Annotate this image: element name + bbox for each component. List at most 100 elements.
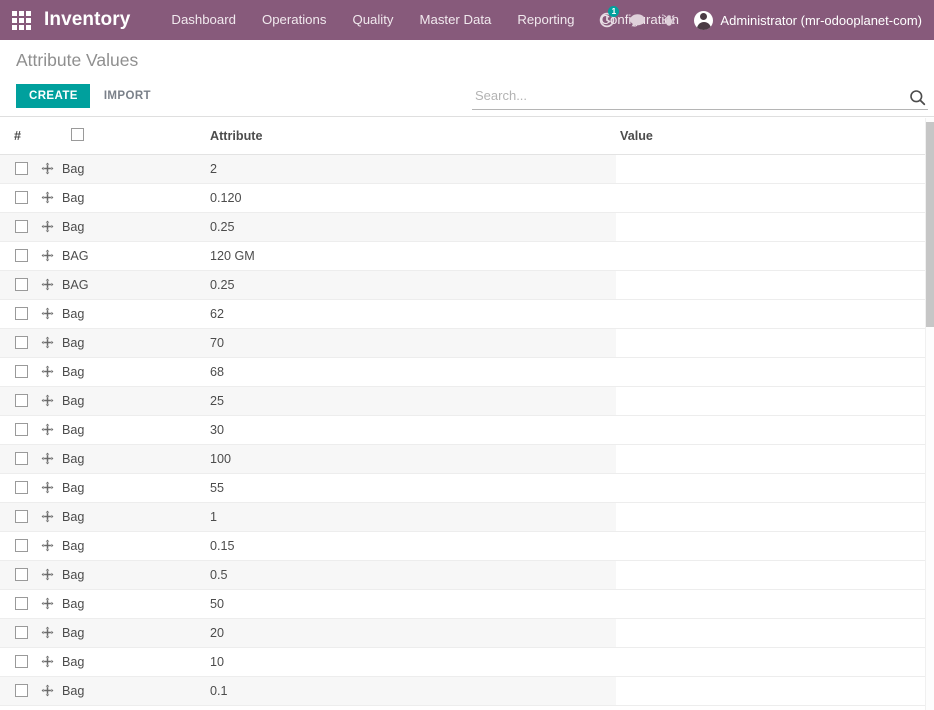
row-name-cell[interactable]: Bag [0,357,210,387]
row-attribute-cell[interactable]: 70 [210,328,616,358]
row-value-cell[interactable] [616,328,934,358]
drag-move-icon[interactable] [41,307,54,320]
drag-move-icon[interactable] [41,278,54,291]
row-attribute-cell[interactable]: 120 GM [210,241,616,271]
menu-item-master-data[interactable]: Master Data [407,0,505,40]
row-name-cell[interactable]: Bag [0,676,210,706]
drag-move-icon[interactable] [41,336,54,349]
table-row[interactable]: Bag 0.120 [0,183,934,213]
row-value-cell[interactable] [616,183,934,213]
drag-move-icon[interactable] [41,394,54,407]
table-row[interactable]: BAG 0.25 [0,270,934,300]
row-name-cell[interactable]: Bag [0,618,210,648]
row-name-cell[interactable]: Bag [0,328,210,358]
row-checkbox[interactable] [15,626,28,639]
table-row[interactable]: Bag 70 [0,328,934,358]
table-row[interactable]: BAG 120 GM [0,241,934,271]
row-attribute-cell[interactable]: 50 [210,589,616,619]
row-attribute-cell[interactable]: 20 [210,618,616,648]
row-name-cell[interactable]: Bag [0,589,210,619]
row-checkbox[interactable] [15,336,28,349]
row-attribute-cell[interactable]: 0.1 [210,676,616,706]
row-name-cell[interactable]: BAG [0,270,210,300]
vertical-scrollbar[interactable] [925,118,934,710]
row-attribute-cell[interactable]: 55 [210,473,616,503]
row-attribute-cell[interactable]: 0.15 [210,531,616,561]
row-value-cell[interactable] [616,357,934,387]
row-name-cell[interactable]: Bag [0,212,210,242]
row-attribute-cell[interactable]: 0.120 [210,183,616,213]
row-value-cell[interactable] [616,444,934,474]
drag-move-icon[interactable] [41,626,54,639]
row-checkbox[interactable] [15,597,28,610]
drag-move-icon[interactable] [41,568,54,581]
drag-move-icon[interactable] [41,249,54,262]
row-attribute-cell[interactable]: 68 [210,357,616,387]
debug-menu-button[interactable] [653,0,684,40]
breadcrumb[interactable]: Attribute Values [16,50,138,71]
column-header-attribute[interactable]: Attribute [210,118,616,155]
row-checkbox[interactable] [15,510,28,523]
row-value-cell[interactable] [616,473,934,503]
table-row[interactable]: Bag 25 [0,386,934,416]
row-checkbox[interactable] [15,684,28,697]
row-value-cell[interactable] [616,676,934,706]
table-row[interactable]: Bag 30 [0,415,934,445]
row-attribute-cell[interactable]: 0.25 [210,270,616,300]
table-row[interactable]: Bag 0.25 [0,212,934,242]
row-name-cell[interactable]: Bag [0,647,210,677]
table-row[interactable]: Bag 0.1 [0,676,934,706]
row-name-cell[interactable]: Bag [0,444,210,474]
drag-move-icon[interactable] [41,423,54,436]
row-value-cell[interactable] [616,589,934,619]
row-checkbox[interactable] [15,655,28,668]
table-row[interactable]: Bag 0.5 [0,560,934,590]
row-checkbox[interactable] [15,249,28,262]
table-row[interactable]: Bag 68 [0,357,934,387]
table-row[interactable]: Bag 50 [0,589,934,619]
scrollbar-thumb[interactable] [926,122,934,327]
row-value-cell[interactable] [616,618,934,648]
row-name-cell[interactable]: Bag [0,183,210,213]
apps-menu-button[interactable] [0,0,42,40]
menu-item-reporting[interactable]: Reporting [504,0,587,40]
row-name-cell[interactable]: Bag [0,154,210,184]
row-name-cell[interactable]: Bag [0,502,210,532]
table-row[interactable]: Bag 1 [0,502,934,532]
row-attribute-cell[interactable]: 0.25 [210,212,616,242]
row-attribute-cell[interactable]: 2 [210,154,616,184]
row-value-cell[interactable] [616,299,934,329]
messages-button[interactable] [622,0,653,40]
table-row[interactable]: Bag 20 [0,618,934,648]
row-checkbox[interactable] [15,423,28,436]
drag-move-icon[interactable] [41,365,54,378]
row-name-cell[interactable]: Bag [0,299,210,329]
row-checkbox[interactable] [15,365,28,378]
row-checkbox[interactable] [15,191,28,204]
menu-item-operations[interactable]: Operations [249,0,340,40]
table-row[interactable]: Bag 10 [0,647,934,677]
row-name-cell[interactable]: Bag [0,473,210,503]
search-input[interactable] [472,88,892,106]
table-row[interactable]: Bag 62 [0,299,934,329]
row-value-cell[interactable] [616,531,934,561]
table-row[interactable]: Bag 100 [0,444,934,474]
row-attribute-cell[interactable]: 10 [210,647,616,677]
row-checkbox[interactable] [15,278,28,291]
row-checkbox[interactable] [15,394,28,407]
row-attribute-cell[interactable]: 25 [210,386,616,416]
menu-item-quality[interactable]: Quality [339,0,406,40]
activities-button[interactable]: 1 [591,0,622,40]
drag-move-icon[interactable] [41,655,54,668]
row-value-cell[interactable] [616,154,934,184]
row-attribute-cell[interactable]: 0.5 [210,560,616,590]
row-value-cell[interactable] [616,241,934,271]
drag-move-icon[interactable] [41,539,54,552]
row-name-cell[interactable]: Bag [0,531,210,561]
drag-move-icon[interactable] [41,452,54,465]
drag-move-icon[interactable] [41,510,54,523]
row-name-cell[interactable]: BAG [0,241,210,271]
row-checkbox[interactable] [15,452,28,465]
drag-move-icon[interactable] [41,481,54,494]
drag-move-icon[interactable] [41,684,54,697]
